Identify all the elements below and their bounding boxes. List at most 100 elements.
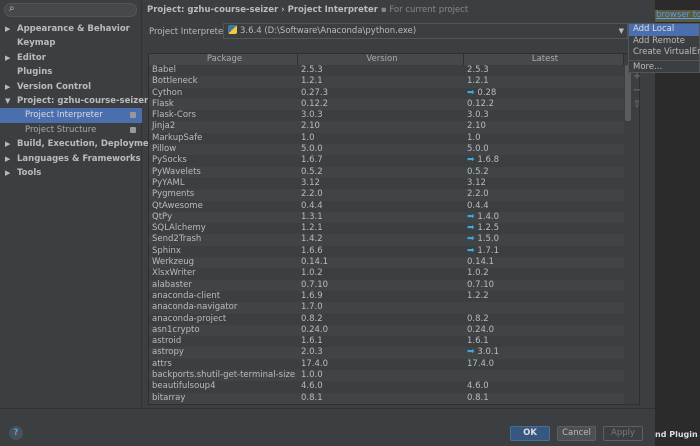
sidebar-item-appearance-behavior[interactable]: ▶ Appearance & Behavior xyxy=(0,22,142,36)
package-latest: ➡ 0.28 xyxy=(464,88,624,99)
cell-text: 1.6.8 xyxy=(477,155,500,166)
cell-text: 0.4.4 xyxy=(301,200,323,211)
packages-table: Package Version Latest Babel 2.5.3 2.5.3 Bo… xyxy=(148,53,640,405)
menu-item-create-virtualenv[interactable]: Create VirtualEnv xyxy=(629,47,700,59)
sidebar-item-version-control[interactable]: ▶ Version Control xyxy=(0,80,142,94)
background-plugin-text: nd Plugin Up xyxy=(655,430,700,439)
cell-text: 1.2.1 xyxy=(467,76,489,87)
table-row[interactable]: Babel 2.5.3 2.5.3 xyxy=(149,65,624,77)
cell-text: Pygments xyxy=(152,189,195,200)
collapsed-arrow-icon[interactable]: ▶ xyxy=(5,51,10,65)
table-row[interactable]: astropy 2.0.3 ➡ 3.0.1 xyxy=(149,347,624,359)
table-row[interactable]: asn1crypto 0.24.0 0.24.0 xyxy=(149,324,624,337)
table-row[interactable]: PySocks 1.6.7 ➡ 1.6.8 xyxy=(149,155,624,167)
table-row[interactable]: attrs 17.4.0 17.4.0 xyxy=(149,358,624,371)
cell-text: Pillow xyxy=(152,144,177,155)
table-row[interactable]: bitarray 0.8.1 0.8.1 xyxy=(149,392,624,404)
collapsed-arrow-icon[interactable]: ▶ xyxy=(5,22,10,36)
package-name: Bottleneck xyxy=(149,76,298,87)
column-version[interactable]: Version xyxy=(298,54,464,65)
cell-text: 0.14.1 xyxy=(467,257,495,268)
package-latest: 4.6.0 xyxy=(464,381,624,392)
cell-text: QtAwesome xyxy=(152,200,203,211)
package-latest: 5.0.0 xyxy=(464,144,624,155)
package-name: QtAwesome xyxy=(149,201,298,212)
table-row[interactable]: anaconda-client 1.6.9 1.2.2 xyxy=(149,290,624,303)
table-row[interactable]: Send2Trash 1.4.2 ➡ 1.5.0 xyxy=(149,234,624,246)
sidebar-item-plugins[interactable]: Plugins xyxy=(0,65,142,79)
package-name: astroid xyxy=(149,336,298,347)
cell-text: Jinja2 xyxy=(152,121,176,132)
cell-text: attrs xyxy=(152,358,172,369)
menu-item-add-local[interactable]: Add Local xyxy=(629,24,699,36)
expanded-arrow-icon[interactable]: ▼ xyxy=(5,94,10,108)
sidebar-item-tools[interactable]: ▶ Tools xyxy=(0,166,142,180)
package-latest: 0.8.1 xyxy=(464,393,624,404)
sidebar-item-project-gzhu-course-seizer[interactable]: ▼ Project: gzhu-course-seizer xyxy=(0,94,148,108)
remove-package-button[interactable]: − xyxy=(632,84,642,98)
table-row[interactable]: Pillow 5.0.0 5.0.0 xyxy=(149,144,624,156)
sidebar-item-editor[interactable]: ▶ Editor xyxy=(0,51,142,65)
cell-text: Bottleneck xyxy=(152,76,198,87)
sidebar-item-keymap[interactable]: Keymap xyxy=(0,36,142,50)
settings-search-input[interactable]: ⌕ xyxy=(4,3,137,17)
upgrade-package-button[interactable]: ⇧ xyxy=(632,98,642,112)
collapsed-arrow-icon[interactable]: ▶ xyxy=(5,166,10,180)
ok-button[interactable]: OK xyxy=(510,426,550,441)
table-row[interactable]: Flask-Cors 3.0.3 3.0.3 xyxy=(149,110,624,122)
package-version: 4.6.0 xyxy=(298,381,464,392)
table-row[interactable]: alabaster 0.7.10 0.7.10 xyxy=(149,279,624,291)
help-button[interactable]: ? xyxy=(9,426,23,440)
table-row[interactable]: anaconda-navigator 1.7.0 xyxy=(149,302,624,314)
package-latest: 0.24.0 xyxy=(464,325,624,336)
package-version: 1.7.0 xyxy=(298,302,464,313)
table-row[interactable]: PyYAML 3.12 3.12 xyxy=(149,177,624,190)
package-name: asn1crypto xyxy=(149,325,298,336)
table-row[interactable]: beautifulsoup4 4.6.0 4.6.0 xyxy=(149,381,624,393)
cell-text: 1.0.2 xyxy=(467,268,489,279)
table-scrollbar[interactable] xyxy=(625,65,631,121)
package-version: 0.24.0 xyxy=(298,325,464,336)
table-row[interactable]: Flask 0.12.2 0.12.2 xyxy=(149,98,624,111)
table-row[interactable]: Bottleneck 1.2.1 1.2.1 xyxy=(149,76,624,88)
sidebar-item-build-execution-deployment[interactable]: ▶ Build, Execution, Deployment xyxy=(0,137,159,151)
cell-text: 5.0.0 xyxy=(467,144,489,155)
sidebar-item-languages-frameworks[interactable]: ▶ Languages & Frameworks xyxy=(0,152,142,166)
chevron-down-icon[interactable]: ▼ xyxy=(619,24,624,38)
column-latest[interactable]: Latest xyxy=(464,54,624,65)
table-row[interactable]: SQLAlchemy 1.2.1 ➡ 1.2.5 xyxy=(149,223,624,235)
sidebar-item-project-structure[interactable]: Project Structure xyxy=(0,123,142,137)
menu-item-more[interactable]: More... xyxy=(629,62,699,74)
package-version: 17.4.0 xyxy=(298,359,464,370)
sidebar-item-label: Languages & Frameworks xyxy=(17,153,141,164)
table-row[interactable]: anaconda-project 0.8.2 0.8.2 xyxy=(149,313,624,325)
table-row[interactable]: QtAwesome 0.4.4 0.4.4 xyxy=(149,200,624,212)
package-name: backports.shutil-get-terminal-size xyxy=(149,370,298,381)
package-name: Cython xyxy=(149,88,298,99)
table-row[interactable]: astroid 1.6.1 1.6.1 xyxy=(149,336,624,348)
sidebar-item-label: Keymap xyxy=(17,38,56,49)
table-row[interactable]: Sphinx 1.6.6 ➡ 1.7.1 xyxy=(149,245,624,258)
table-row[interactable]: Jinja2 2.10 2.10 xyxy=(149,121,624,133)
table-row[interactable]: Cython 0.27.3 ➡ 0.28 xyxy=(149,87,624,99)
collapsed-arrow-icon[interactable]: ▶ xyxy=(5,80,10,94)
sidebar-item-project-interpreter[interactable]: Project Interpreter xyxy=(0,108,142,123)
cell-text: alabaster xyxy=(152,279,192,290)
background-link[interactable]: browser to J xyxy=(655,10,700,22)
package-latest: 0.5.2 xyxy=(464,167,624,178)
cell-text: PyYAML xyxy=(152,177,185,188)
column-package[interactable]: Package xyxy=(149,54,298,65)
collapsed-arrow-icon[interactable]: ▶ xyxy=(5,137,10,151)
menu-item-add-remote[interactable]: Add Remote xyxy=(629,36,699,48)
table-row[interactable]: MarkupSafe 1.0 1.0 xyxy=(149,132,624,145)
table-row[interactable]: QtPy 1.3.1 ➡ 1.4.0 xyxy=(149,211,624,224)
collapsed-arrow-icon[interactable]: ▶ xyxy=(5,152,10,166)
cancel-button[interactable]: Cancel xyxy=(557,426,596,441)
table-row[interactable]: XlsxWriter 1.0.2 1.0.2 xyxy=(149,268,624,280)
interpreter-select[interactable]: 3.6.4 (D:\Software\Anaconda\python.exe) … xyxy=(223,23,628,39)
apply-button[interactable]: Apply xyxy=(603,426,643,441)
table-row[interactable]: backports.shutil-get-terminal-size 1.0.0 xyxy=(149,370,624,382)
table-row[interactable]: PyWavelets 0.5.2 0.5.2 xyxy=(149,166,624,178)
table-row[interactable]: Werkzeug 0.14.1 0.14.1 xyxy=(149,257,624,269)
table-row[interactable]: Pygments 2.2.0 2.2.0 xyxy=(149,189,624,201)
